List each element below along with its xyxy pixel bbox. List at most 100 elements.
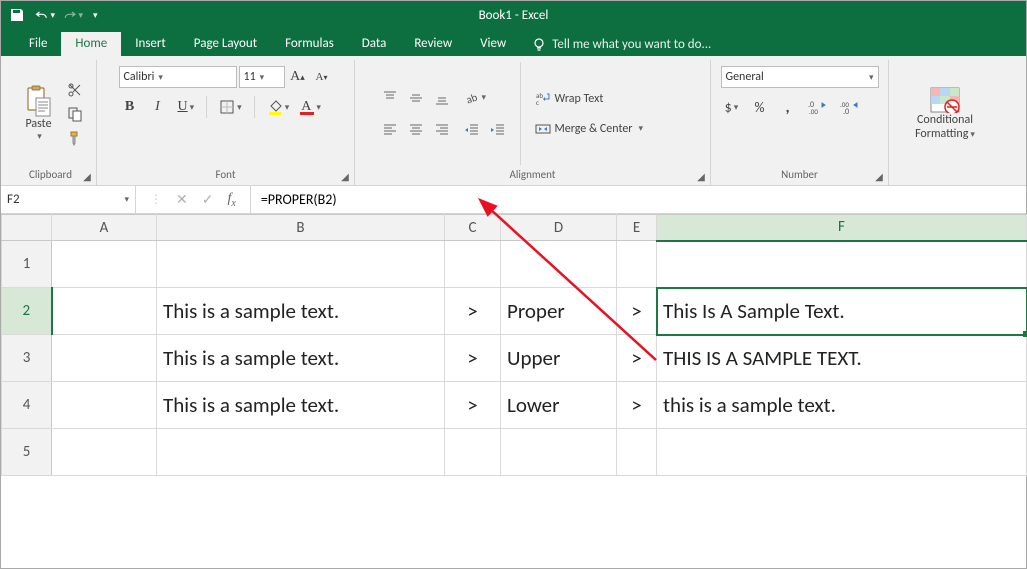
cell-D1[interactable] xyxy=(501,241,617,288)
font-size-combo[interactable]: 11▾ xyxy=(239,66,285,88)
select-all-corner[interactable] xyxy=(2,215,52,241)
cell-D2[interactable]: Proper xyxy=(501,288,617,335)
italic-button[interactable]: I xyxy=(147,96,169,118)
fill-color-button[interactable]: ▾ xyxy=(264,96,293,118)
merge-center-button[interactable]: Merge & Center▾ xyxy=(532,118,687,140)
cancel-formula-button[interactable]: ✕ xyxy=(176,191,188,208)
alignment-dialog-launcher[interactable]: ◢ xyxy=(695,170,707,182)
conditional-formatting-button[interactable]: Conditional Formatting▾ xyxy=(897,70,993,158)
decrease-indent-button[interactable] xyxy=(461,119,483,141)
column-headers: A B C D E F xyxy=(2,215,1027,241)
row-header-1[interactable]: 1 xyxy=(2,241,52,288)
accounting-format-button[interactable]: $▾ xyxy=(721,96,743,118)
align-middle-button[interactable] xyxy=(405,87,427,109)
increase-font-size-button[interactable]: A▴ xyxy=(287,66,309,88)
cell-B4[interactable]: This is a sample text. xyxy=(157,382,445,429)
font-dialog-launcher[interactable]: ◢ xyxy=(339,170,351,182)
cell-B1[interactable] xyxy=(157,241,445,288)
increase-indent-button[interactable] xyxy=(487,119,509,141)
cell-E3[interactable]: > xyxy=(617,335,657,382)
col-header-A[interactable]: A xyxy=(52,215,157,241)
row-header-4[interactable]: 4 xyxy=(2,382,52,429)
cell-C2[interactable]: > xyxy=(445,288,501,335)
cell-F5[interactable] xyxy=(657,429,1027,476)
cell-C3[interactable]: > xyxy=(445,335,501,382)
align-center-button[interactable] xyxy=(405,119,427,141)
increase-decimal-button[interactable]: .0.00 xyxy=(805,96,831,118)
number-format-combo[interactable]: General▾ xyxy=(721,66,879,88)
cut-button[interactable] xyxy=(64,79,86,101)
copy-button[interactable] xyxy=(64,103,86,125)
col-header-B[interactable]: B xyxy=(157,215,445,241)
orientation-button[interactable]: ab▾ xyxy=(461,87,490,109)
tab-file[interactable]: File xyxy=(15,32,61,56)
cell-E1[interactable] xyxy=(617,241,657,288)
number-dialog-launcher[interactable]: ◢ xyxy=(873,170,885,182)
percent-format-button[interactable]: % xyxy=(749,96,771,118)
cell-A2[interactable] xyxy=(52,288,157,335)
font-color-button[interactable]: A▾ xyxy=(298,96,324,118)
chevron-down-icon: ▾ xyxy=(37,131,42,142)
tab-insert[interactable]: Insert xyxy=(121,32,180,56)
borders-button[interactable]: ▾ xyxy=(216,96,245,118)
cell-F4[interactable]: this is a sample text. xyxy=(657,382,1027,429)
decrease-decimal-button[interactable]: .00.0 xyxy=(837,96,863,118)
clipboard-dialog-launcher[interactable]: ◢ xyxy=(81,170,93,182)
col-header-F[interactable]: F xyxy=(657,215,1027,241)
wrap-text-button[interactable]: abc Wrap Text xyxy=(532,88,672,110)
cell-A1[interactable] xyxy=(52,241,157,288)
cell-E2[interactable]: > xyxy=(617,288,657,335)
tab-home[interactable]: Home xyxy=(61,32,121,56)
align-top-button[interactable] xyxy=(379,87,401,109)
col-header-E[interactable]: E xyxy=(617,215,657,241)
tab-data[interactable]: Data xyxy=(348,32,401,56)
cell-C1[interactable] xyxy=(445,241,501,288)
tell-me-search[interactable]: Tell me what you want to do... xyxy=(520,33,723,56)
qat-customize-icon[interactable]: ▾ xyxy=(93,10,98,21)
col-header-D[interactable]: D xyxy=(501,215,617,241)
bold-button[interactable]: B xyxy=(119,96,141,118)
tab-page-layout[interactable]: Page Layout xyxy=(180,32,271,56)
paste-button[interactable]: Paste ▾ xyxy=(16,81,62,147)
align-left-button[interactable] xyxy=(379,119,401,141)
save-icon[interactable] xyxy=(7,5,27,25)
cell-F1[interactable] xyxy=(657,241,1027,288)
underline-button[interactable]: U▾ xyxy=(175,96,198,118)
cell-D3[interactable]: Upper xyxy=(501,335,617,382)
chevron-down-icon: ▾ xyxy=(124,194,129,205)
redo-button[interactable]: ▾ xyxy=(63,5,83,25)
cell-A4[interactable] xyxy=(52,382,157,429)
cell-F3[interactable]: THIS IS A SAMPLE TEXT. xyxy=(657,335,1027,382)
cell-E5[interactable] xyxy=(617,429,657,476)
formula-bar-input[interactable] xyxy=(251,186,1026,213)
cell-A3[interactable] xyxy=(52,335,157,382)
cell-B3[interactable]: This is a sample text. xyxy=(157,335,445,382)
align-right-button[interactable] xyxy=(431,119,453,141)
cell-D5[interactable] xyxy=(501,429,617,476)
cell-C5[interactable] xyxy=(445,429,501,476)
cell-C4[interactable]: > xyxy=(445,382,501,429)
cell-B2[interactable]: This is a sample text. xyxy=(157,288,445,335)
cell-F2[interactable]: This Is A Sample Text. xyxy=(657,288,1027,335)
cell-D4[interactable]: Lower xyxy=(501,382,617,429)
cell-B5[interactable] xyxy=(157,429,445,476)
font-name-combo[interactable]: Calibri▾ xyxy=(119,66,237,88)
row-header-5[interactable]: 5 xyxy=(2,429,52,476)
insert-function-button[interactable]: fx xyxy=(227,191,235,209)
conditional-formatting-icon xyxy=(930,87,960,113)
format-painter-button[interactable] xyxy=(64,127,86,149)
comma-format-button[interactable]: , xyxy=(777,96,799,118)
col-header-C[interactable]: C xyxy=(445,215,501,241)
tab-view[interactable]: View xyxy=(466,32,520,56)
align-bottom-button[interactable] xyxy=(431,87,453,109)
row-header-3[interactable]: 3 xyxy=(2,335,52,382)
tab-review[interactable]: Review xyxy=(400,32,466,56)
tab-formulas[interactable]: Formulas xyxy=(271,32,348,56)
decrease-font-size-button[interactable]: A▾ xyxy=(311,66,333,88)
row-header-2[interactable]: 2 xyxy=(2,288,52,335)
enter-formula-button[interactable]: ✓ xyxy=(202,191,214,208)
undo-button[interactable]: ▾ xyxy=(35,5,55,25)
cell-A5[interactable] xyxy=(52,429,157,476)
cell-E4[interactable]: > xyxy=(617,382,657,429)
name-box[interactable]: F2 ▾ xyxy=(1,186,136,213)
